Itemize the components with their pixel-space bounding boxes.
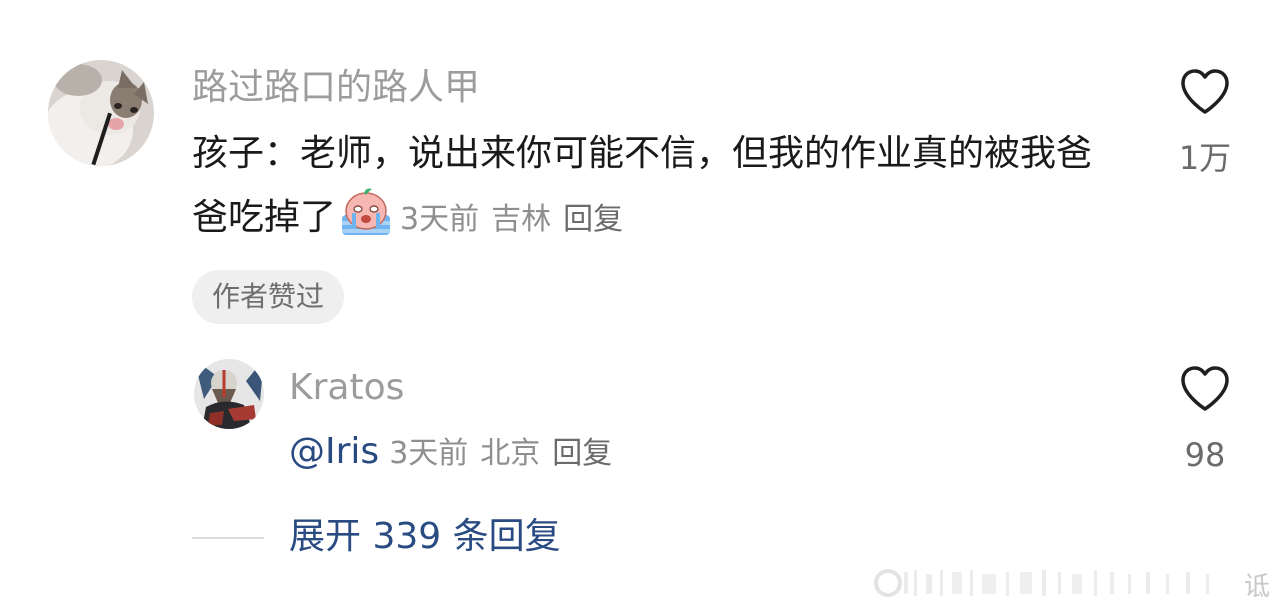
expand-replies-button[interactable]: 展开 339 条回复 bbox=[289, 513, 561, 561]
comment-like-count: 1万 bbox=[1178, 139, 1232, 177]
reply-like-control[interactable]: 98 bbox=[1160, 365, 1250, 475]
comment-body[interactable]: 孩子：老师，说出来你可能不信，但我的作业真的被我爸爸吃掉了 3天前 吉林 回复 bbox=[192, 122, 1122, 252]
replier-avatar[interactable] bbox=[194, 359, 264, 429]
heart-outline-icon[interactable] bbox=[1179, 68, 1231, 116]
reply-location: 北京 bbox=[480, 436, 541, 471]
reply-reply-button[interactable]: 回复 bbox=[552, 436, 612, 471]
comment-location: 吉林 bbox=[491, 202, 552, 237]
comment-meta: 3天前 吉林 回复 bbox=[400, 202, 635, 237]
kratos-avatar-image bbox=[194, 359, 264, 429]
expand-divider bbox=[192, 537, 264, 539]
watermark-glyphs bbox=[874, 569, 1209, 597]
author-liked-badge: 作者赞过 bbox=[192, 270, 345, 324]
comment-text: 孩子：老师，说出来你可能不信，但我的作业真的被我爸爸吃掉了 bbox=[192, 133, 1093, 238]
commenter-avatar[interactable] bbox=[48, 60, 154, 166]
reply-body[interactable]: @Iris 3天前 北京 回复 bbox=[289, 428, 624, 478]
replier-username[interactable]: Kratos bbox=[289, 366, 404, 410]
crying-emoji-icon bbox=[338, 187, 394, 237]
reply-meta: 3天前 北京 回复 bbox=[389, 436, 624, 471]
comment-reply-button[interactable]: 回复 bbox=[563, 202, 623, 237]
reply-mention[interactable]: @Iris bbox=[289, 431, 379, 472]
watermark-text: 诋 bbox=[1244, 572, 1271, 602]
cat-avatar-image bbox=[48, 60, 154, 166]
reply-like-count: 98 bbox=[1184, 436, 1226, 474]
reply-time: 3天前 bbox=[389, 436, 469, 471]
watermark-bar bbox=[870, 566, 1250, 600]
comment-time: 3天前 bbox=[400, 202, 480, 237]
heart-outline-icon[interactable] bbox=[1179, 365, 1231, 413]
comment-like-control[interactable]: 1万 bbox=[1160, 68, 1250, 178]
commenter-username[interactable]: 路过路口的路人甲 bbox=[192, 66, 480, 110]
